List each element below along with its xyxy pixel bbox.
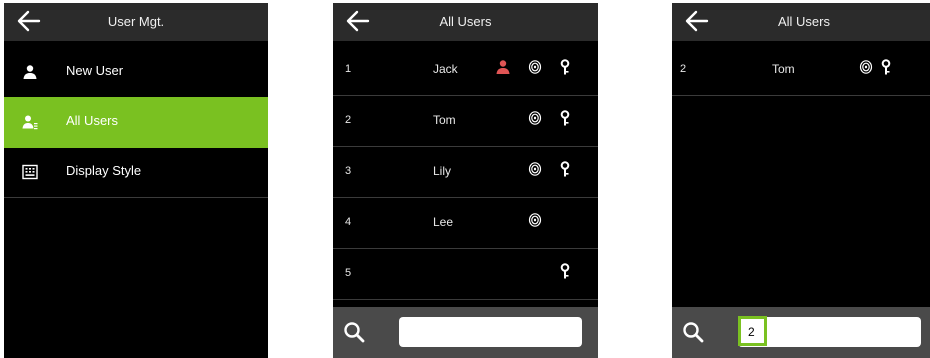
fingerprint-icon — [859, 60, 873, 74]
menu-item-label: All Users — [66, 113, 119, 128]
user-row[interactable]: 5 — [333, 249, 598, 300]
user-name: Lily — [433, 164, 452, 178]
page-title: All Users — [439, 14, 492, 29]
user-row[interactable]: 2 Tom — [672, 45, 930, 96]
fingerprint-icon — [528, 60, 542, 74]
user-mgt-screen: User Mgt. New User All Users Display Sty… — [4, 3, 268, 358]
key-icon — [881, 59, 891, 75]
header: User Mgt. — [4, 3, 268, 41]
search-bar — [672, 307, 930, 358]
key-icon — [560, 59, 570, 75]
input-focus-highlight — [738, 316, 767, 346]
user-name: Tom — [772, 62, 795, 76]
search-icon[interactable] — [343, 321, 365, 343]
user-id: 3 — [345, 165, 352, 177]
users-icon — [22, 115, 38, 130]
page-title: User Mgt. — [107, 14, 165, 29]
menu-item-label: Display Style — [66, 163, 142, 178]
user-id: 2 — [680, 63, 687, 75]
user-id: 1 — [345, 63, 352, 75]
key-icon — [560, 161, 570, 177]
fingerprint-icon — [528, 162, 542, 176]
menu-item-label: New User — [66, 63, 124, 78]
search-result-screen: All Users 2 Tom — [672, 3, 930, 358]
user-name: Lee — [433, 215, 454, 229]
search-icon[interactable] — [682, 321, 704, 343]
menu-item-display-style[interactable]: Display Style — [4, 147, 268, 198]
user-id: 5 — [345, 267, 352, 279]
user-row[interactable]: 3 Lily — [333, 147, 598, 198]
display-icon — [22, 164, 38, 180]
header: All Users — [672, 3, 930, 41]
person-icon — [23, 65, 37, 79]
menu-item-new-user[interactable]: New User — [4, 47, 268, 98]
header: All Users — [333, 3, 598, 41]
key-icon — [560, 263, 570, 279]
user-row[interactable]: 4 Lee — [333, 198, 598, 249]
user-row[interactable]: 2 Tom — [333, 96, 598, 147]
user-id: 4 — [345, 216, 352, 228]
user-name: Jack — [433, 62, 458, 76]
fingerprint-icon — [528, 213, 542, 227]
user-row[interactable]: 1 Jack — [333, 45, 598, 96]
person-icon — [496, 60, 510, 74]
menu-item-all-users[interactable]: All Users — [4, 97, 268, 148]
user-id: 2 — [345, 114, 352, 126]
page-title: All Users — [777, 14, 830, 29]
all-users-screen: All Users 1 Jack 2 Tom 3 Lily 4 Lee 5 — [333, 3, 598, 358]
fingerprint-icon — [528, 111, 542, 125]
key-icon — [560, 110, 570, 126]
search-input[interactable] — [399, 317, 582, 347]
user-name: Tom — [433, 113, 456, 127]
search-bar — [333, 307, 598, 358]
